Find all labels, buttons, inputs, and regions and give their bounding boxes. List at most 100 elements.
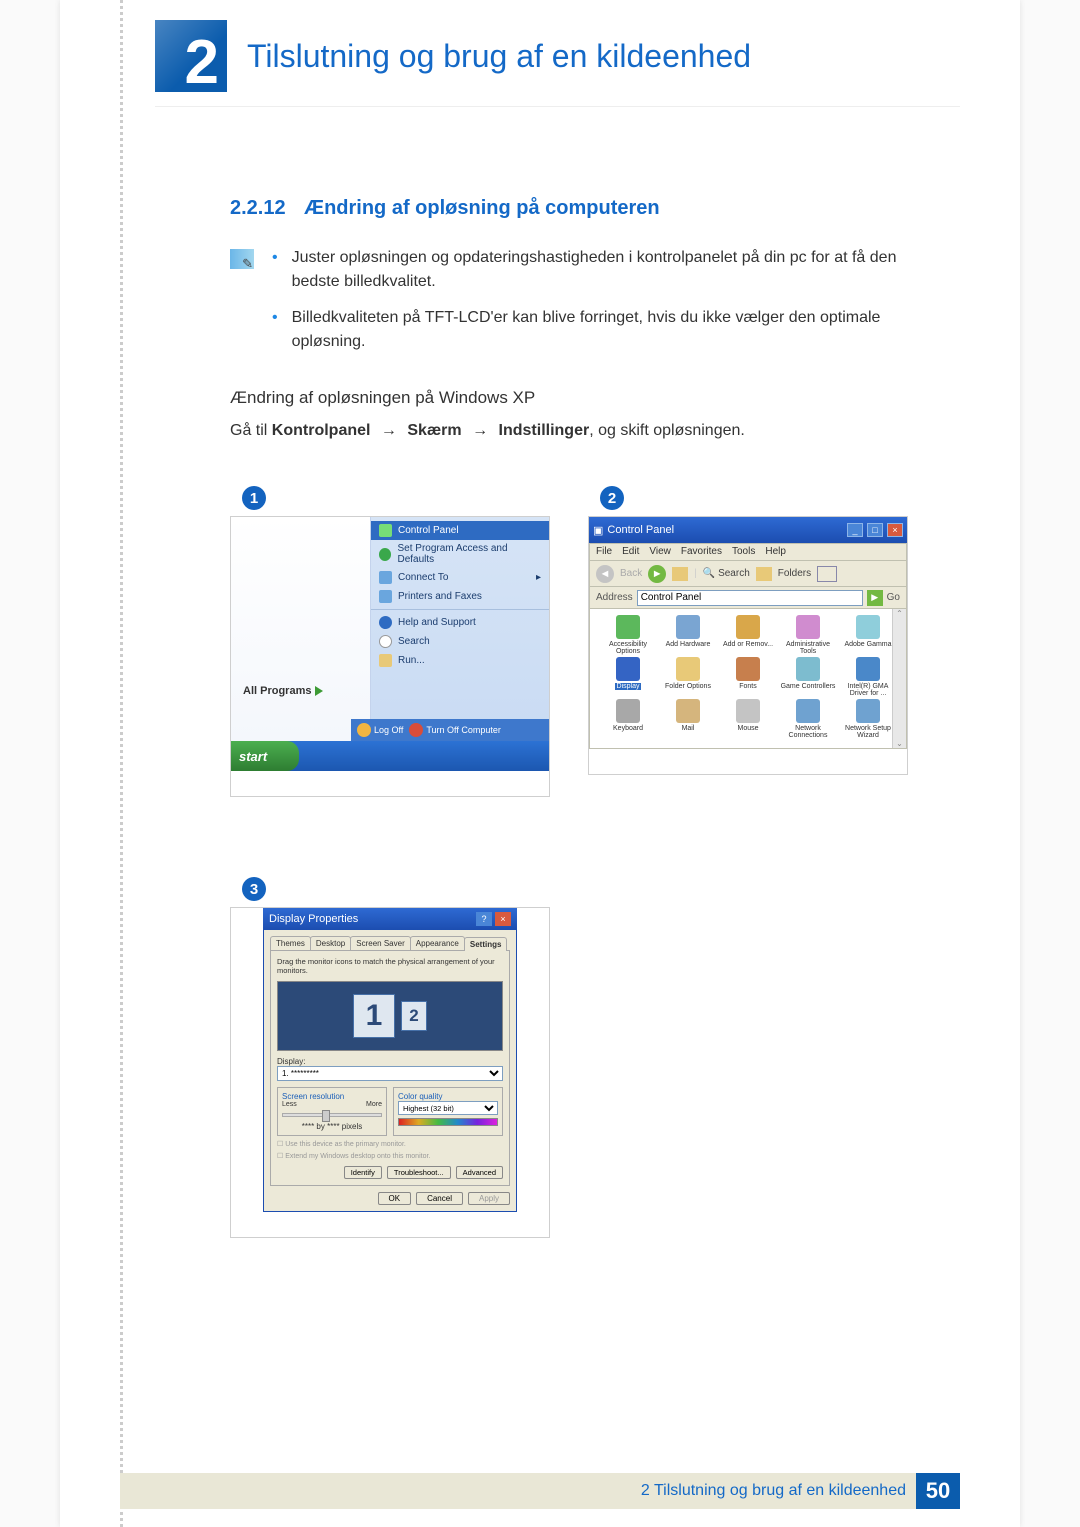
- monitor-arrangement[interactable]: 1 2: [277, 981, 503, 1051]
- menu-favorites[interactable]: Favorites: [681, 546, 722, 558]
- cp-icon-add-hardware[interactable]: Add Hardware: [660, 615, 716, 655]
- turnoff-button[interactable]: Turn Off Computer: [409, 723, 501, 737]
- control-panel-body: Accessibility OptionsAdd HardwareAdd or …: [589, 609, 907, 749]
- tab-themes[interactable]: Themes: [270, 936, 311, 950]
- applet-label: Adobe Gamma: [840, 641, 896, 648]
- screenshot-control-panel: ▣ Control Panel _ □ × File Edit View Fav…: [588, 516, 908, 775]
- help-button[interactable]: ?: [476, 912, 492, 926]
- applet-label: Keyboard: [600, 725, 656, 732]
- applet-icon: [616, 657, 640, 681]
- logoff-button[interactable]: Log Off: [357, 723, 403, 737]
- page-number: 50: [916, 1473, 960, 1509]
- section-number: 2.2.12: [230, 197, 286, 219]
- applet-label: Intel(R) GMA Driver for ...: [840, 683, 896, 697]
- step-badge-2: 2: [600, 486, 624, 510]
- checkbox-extend-desktop[interactable]: ☐ Extend my Windows desktop onto this mo…: [277, 1152, 503, 1160]
- note-item: Juster opløsningen og opdateringshastigh…: [292, 246, 930, 294]
- menu-item-printers[interactable]: Printers and Faxes: [377, 587, 543, 606]
- cp-icon-folder-options[interactable]: Folder Options: [660, 657, 716, 697]
- menu-item-run[interactable]: Run...: [377, 651, 543, 670]
- cp-icon-fonts[interactable]: Fonts: [720, 657, 776, 697]
- close-button[interactable]: ×: [887, 523, 903, 537]
- folders-button[interactable]: Folders: [778, 568, 811, 579]
- menu-edit[interactable]: Edit: [622, 546, 639, 558]
- cp-icon-mouse[interactable]: Mouse: [720, 699, 776, 739]
- tab-appearance[interactable]: Appearance: [410, 936, 465, 950]
- menu-help[interactable]: Help: [765, 546, 786, 558]
- cp-icon-network-setup-wizard[interactable]: Network Setup Wizard: [840, 699, 896, 739]
- hint-text: Drag the monitor icons to match the phys…: [277, 957, 503, 975]
- start-menu-footer: Log Off Turn Off Computer: [351, 719, 549, 741]
- start-button[interactable]: start: [231, 741, 299, 771]
- cp-icon-keyboard[interactable]: Keyboard: [600, 699, 656, 739]
- run-icon: [379, 654, 392, 667]
- up-button[interactable]: [672, 567, 688, 581]
- toolbar: ◄ Back ► | 🔍 Search Folders: [589, 561, 907, 587]
- checkbox-primary-monitor[interactable]: ☐ Use this device as the primary monitor…: [277, 1140, 503, 1148]
- resolution-slider[interactable]: [282, 1113, 382, 1117]
- window-title-bar: Display Properties ? ×: [263, 908, 517, 930]
- menu-item-help[interactable]: Help and Support: [377, 613, 543, 632]
- cp-icon-network-connections[interactable]: Network Connections: [780, 699, 836, 739]
- menu-tools[interactable]: Tools: [732, 546, 755, 558]
- troubleshoot-button[interactable]: Troubleshoot...: [387, 1166, 451, 1179]
- page-margin-strip: [120, 0, 123, 1527]
- cp-icon-display[interactable]: Display: [600, 657, 656, 697]
- ok-button[interactable]: OK: [378, 1192, 412, 1205]
- identify-button[interactable]: Identify: [344, 1166, 382, 1179]
- arrow-icon: →: [472, 422, 488, 439]
- cp-icon-game-controllers[interactable]: Game Controllers: [780, 657, 836, 697]
- color-quality-group: Color quality Highest (32 bit): [393, 1087, 503, 1136]
- cp-icon-add-or-remov[interactable]: Add or Remov...: [720, 615, 776, 655]
- address-input[interactable]: [637, 590, 863, 606]
- arrow-right-icon: [315, 686, 323, 696]
- tab-desktop[interactable]: Desktop: [310, 936, 351, 950]
- scrollbar[interactable]: [892, 609, 906, 748]
- shutdown-icon: [409, 723, 423, 737]
- all-programs-item[interactable]: All Programs: [243, 685, 323, 697]
- applet-label: Network Connections: [780, 725, 836, 739]
- color-quality-select[interactable]: Highest (32 bit): [398, 1101, 498, 1115]
- minimize-button[interactable]: _: [847, 523, 863, 537]
- tab-screensaver[interactable]: Screen Saver: [350, 936, 410, 950]
- menu-item-search[interactable]: Search: [377, 632, 543, 651]
- monitor-2-icon[interactable]: 2: [401, 1001, 427, 1031]
- chapter-number-badge: 2: [155, 20, 227, 92]
- menu-file[interactable]: File: [596, 546, 612, 558]
- applet-icon: [856, 699, 880, 723]
- applet-icon: [736, 615, 760, 639]
- applet-icon: [796, 699, 820, 723]
- menu-item-connect-to[interactable]: Connect To▸: [377, 568, 543, 587]
- control-panel-icon: [379, 524, 392, 537]
- back-button[interactable]: ◄: [596, 565, 614, 583]
- search-button[interactable]: 🔍 Search: [703, 568, 750, 579]
- forward-button[interactable]: ►: [648, 565, 666, 583]
- address-bar: Address ▶Go: [589, 587, 907, 609]
- apply-button[interactable]: Apply: [468, 1192, 510, 1205]
- cp-icon-adobe-gamma[interactable]: Adobe Gamma: [840, 615, 896, 655]
- menu-item-program-access[interactable]: Set Program Access and Defaults: [377, 540, 543, 568]
- advanced-button[interactable]: Advanced: [456, 1166, 503, 1179]
- sub-heading: Ændring af opløsningen på Windows XP: [230, 388, 930, 408]
- go-button[interactable]: ▶: [867, 590, 883, 606]
- note-icon: [230, 249, 254, 269]
- cancel-button[interactable]: Cancel: [416, 1192, 463, 1205]
- cp-icon-mail[interactable]: Mail: [660, 699, 716, 739]
- menu-item-control-panel[interactable]: Control Panel: [371, 521, 549, 540]
- applet-icon: [736, 699, 760, 723]
- menu-view[interactable]: View: [649, 546, 671, 558]
- step-badge-3: 3: [242, 877, 266, 901]
- program-access-icon: [379, 548, 391, 561]
- close-button[interactable]: ×: [495, 912, 511, 926]
- applet-icon: [676, 657, 700, 681]
- views-button[interactable]: [817, 566, 837, 582]
- applet-icon: [796, 657, 820, 681]
- cp-icon-accessibility-options[interactable]: Accessibility Options: [600, 615, 656, 655]
- tab-settings[interactable]: Settings: [464, 937, 508, 951]
- cp-icon-intel-r-gma-driver-for[interactable]: Intel(R) GMA Driver for ...: [840, 657, 896, 697]
- monitor-1-icon[interactable]: 1: [353, 994, 395, 1038]
- menu-separator: [371, 609, 549, 610]
- maximize-button[interactable]: □: [867, 523, 883, 537]
- cp-icon-administrative-tools[interactable]: Administrative Tools: [780, 615, 836, 655]
- display-select[interactable]: 1. *********: [277, 1066, 503, 1081]
